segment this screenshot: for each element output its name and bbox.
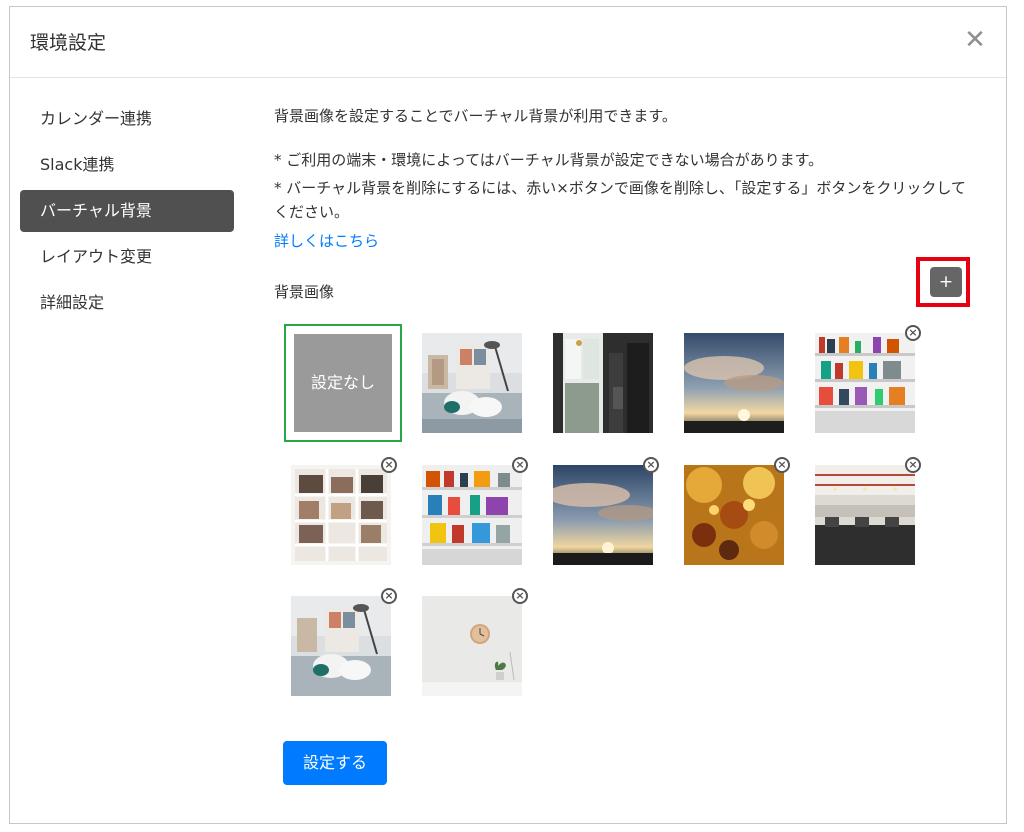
sidebar-item-layout[interactable]: レイアウト変更 xyxy=(20,236,234,278)
sidebar-item-virtual-background[interactable]: バーチャル背景 xyxy=(20,190,234,232)
cafe-image xyxy=(553,333,653,433)
delete-image-icon[interactable]: × xyxy=(774,457,790,473)
background-thumb[interactable]: × xyxy=(553,457,659,565)
delete-image-icon[interactable]: × xyxy=(381,457,397,473)
background-images-header: 背景画像 + xyxy=(274,257,974,311)
sidebar-item-advanced[interactable]: 詳細設定 xyxy=(20,282,234,324)
section-label: 背景画像 xyxy=(274,283,335,301)
background-thumb[interactable]: × xyxy=(815,457,921,565)
background-thumb[interactable] xyxy=(553,333,653,433)
sidebar-item-slack[interactable]: Slack連携 xyxy=(20,144,234,186)
autumn-leaves-image xyxy=(684,465,784,565)
close-icon[interactable]: ✕ xyxy=(960,25,990,55)
white-bookcase-image xyxy=(291,465,391,565)
delete-image-icon[interactable]: × xyxy=(905,457,921,473)
details-link[interactable]: 詳しくはこちら xyxy=(274,230,974,251)
none-label: 設定なし xyxy=(294,334,392,432)
add-button-highlight: + xyxy=(916,257,970,307)
note-delete-instructions: * バーチャル背景を削除にするには、赤い×ボタンで画像を削除し、「設定する」ボタ… xyxy=(274,179,966,221)
delete-image-icon[interactable]: × xyxy=(381,588,397,604)
delete-image-icon[interactable]: × xyxy=(643,457,659,473)
modal-header: 環境設定 ✕ xyxy=(10,7,1006,78)
panel-description: 背景画像を設定することでバーチャル背景が利用できます。 xyxy=(274,107,677,125)
background-option-none[interactable]: 設定なし xyxy=(284,324,402,442)
background-thumb[interactable]: × xyxy=(684,457,790,565)
office-image xyxy=(815,465,915,565)
add-image-button[interactable]: + xyxy=(930,267,962,297)
submit-settings-button[interactable]: 設定する xyxy=(283,741,387,785)
bookshelf-image-2 xyxy=(422,465,522,565)
note-device-support: * ご利用の端末・環境によってはバーチャル背景が設定できない場合があります。 xyxy=(274,151,824,169)
living-room-image-2 xyxy=(291,596,391,696)
sidebar-item-calendar[interactable]: カレンダー連携 xyxy=(20,98,234,140)
background-thumb[interactable]: × xyxy=(815,325,921,433)
modal-title: 環境設定 xyxy=(30,32,107,54)
background-thumb[interactable]: × xyxy=(422,588,528,696)
sunset-image xyxy=(684,333,784,433)
virtual-background-panel: 背景画像を設定することでバーチャル背景が利用できます。 * ご利用の端末・環境に… xyxy=(274,104,974,311)
background-thumb[interactable] xyxy=(684,333,784,433)
living-room-image xyxy=(422,333,522,433)
settings-sidebar: カレンダー連携 Slack連携 バーチャル背景 レイアウト変更 詳細設定 xyxy=(20,98,234,328)
delete-image-icon[interactable]: × xyxy=(512,457,528,473)
delete-image-icon[interactable]: × xyxy=(905,325,921,341)
bookshelf-image xyxy=(815,333,915,433)
sunset-image-2 xyxy=(553,465,653,565)
background-thumb[interactable]: × xyxy=(291,588,397,696)
background-thumb[interactable] xyxy=(422,333,522,433)
delete-image-icon[interactable]: × xyxy=(512,588,528,604)
wall-clock-image xyxy=(422,596,522,696)
background-thumb[interactable]: × xyxy=(291,457,397,565)
background-thumb[interactable]: × xyxy=(422,457,528,565)
